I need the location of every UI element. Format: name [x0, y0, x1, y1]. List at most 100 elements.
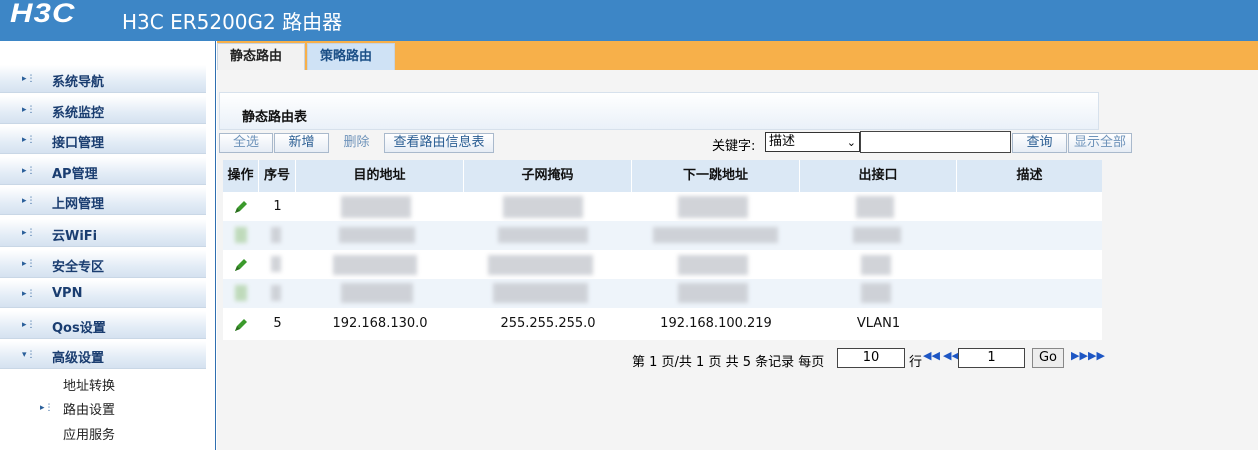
last-page-icon[interactable]: ▶▶ — [1088, 349, 1105, 362]
sidebar-item-label: Qos设置 — [52, 321, 106, 336]
top-header: H3C H3C ER5200G2 路由器 — [0, 0, 1258, 41]
redacted-index — [271, 256, 281, 272]
tab-static-route[interactable]: 静态路由 — [217, 43, 305, 70]
expand-icon: ▸⋮ — [22, 105, 36, 115]
cell-nexthop: 192.168.100.219 — [660, 316, 772, 331]
sidebar-item-qos[interactable]: ▸⋮ Qos设置 — [0, 311, 206, 339]
table-row: 5 192.168.130.0 255.255.255.0 192.168.10… — [223, 308, 1102, 340]
col-mask: 子网掩码 — [464, 160, 632, 192]
redacted-dest — [341, 283, 413, 303]
sidebar-item-interface[interactable]: ▸⋮ 接口管理 — [0, 126, 206, 154]
sidebar-item-vpn[interactable]: ▸⋮ VPN — [0, 280, 206, 308]
tab-policy-route[interactable]: 策略路由 — [307, 43, 395, 70]
panel-title: 静态路由表 — [242, 110, 308, 125]
redacted-nexthop — [678, 255, 748, 275]
col-action: 操作 — [223, 160, 259, 192]
sidebar-item-label: 系统导航 — [52, 75, 105, 90]
keyword-select[interactable]: 描述 ⌄ — [765, 132, 860, 152]
view-route-table-button[interactable]: 查看路由信息表 — [384, 133, 494, 153]
app-title: H3C ER5200G2 路由器 — [122, 10, 343, 34]
redacted-dest — [341, 196, 411, 218]
redacted-edit — [235, 285, 247, 301]
redacted-iface — [861, 283, 891, 303]
table-row — [223, 250, 1102, 279]
table-row: 1 — [223, 192, 1102, 221]
pager-row-label: 行 — [909, 355, 923, 370]
expand-icon: ▸⋮ — [22, 166, 36, 176]
keyword-input[interactable] — [860, 131, 1011, 153]
sidebar-item-system-nav[interactable]: ▸⋮ 系统导航 — [0, 65, 206, 93]
per-page-input[interactable]: 10 — [837, 348, 905, 368]
sidebar-subitem-routing[interactable]: 路由设置 — [63, 399, 115, 418]
delete-button[interactable]: 删除 — [330, 133, 383, 153]
redacted-nexthop — [678, 196, 748, 218]
sidebar-item-internet[interactable]: ▸⋮ 上网管理 — [0, 187, 206, 215]
sidebar-item-label: 高级设置 — [52, 351, 105, 366]
cell-iface: VLAN1 — [856, 316, 901, 331]
select-all-button[interactable]: 全选 — [219, 133, 273, 153]
redacted-nexthop — [653, 227, 778, 243]
show-all-button[interactable]: 显示全部 — [1068, 133, 1132, 153]
sidebar-item-label: 系统监控 — [52, 106, 105, 121]
next-page-icon[interactable]: ▶▶ — [1071, 349, 1088, 362]
go-button[interactable]: Go — [1032, 348, 1064, 368]
current-arrow-icon: ▸⋮ — [40, 403, 54, 413]
edit-icon[interactable] — [233, 317, 249, 333]
first-page-icon[interactable]: ◀◀ — [923, 349, 940, 362]
sidebar-item-label: AP管理 — [52, 167, 98, 182]
sidebar-item-security[interactable]: ▸⋮ 安全专区 — [0, 250, 206, 278]
sidebar-item-system-monitor[interactable]: ▸⋮ 系统监控 — [0, 96, 206, 124]
expand-icon: ▸⋮ — [22, 289, 36, 299]
cell-dest: 192.168.130.0 — [332, 316, 428, 331]
expand-icon: ▸⋮ — [22, 228, 36, 238]
sidebar-item-advanced[interactable]: ▾⋮ 高级设置 — [0, 341, 206, 369]
redacted-mask — [503, 196, 583, 218]
sidebar-item-ap[interactable]: ▸⋮ AP管理 — [0, 157, 206, 185]
expand-icon: ▸⋮ — [22, 259, 36, 269]
collapse-icon: ▾⋮ — [22, 350, 36, 360]
redacted-iface — [856, 196, 894, 218]
pager-summary: 第 1 页/共 1 页 共 5 条记录 每页 — [632, 355, 825, 370]
redacted-mask — [488, 255, 593, 275]
chevron-down-icon: ⌄ — [846, 136, 856, 149]
redacted-iface — [861, 255, 891, 275]
keyword-label: 关键字: — [712, 139, 756, 154]
col-dest: 目的地址 — [296, 160, 464, 192]
tab-strip: 静态路由 策略路由 — [217, 41, 1258, 70]
edit-icon[interactable] — [233, 257, 249, 273]
redacted-iface — [853, 227, 901, 243]
redacted-mask — [498, 227, 588, 243]
sidebar-item-cloud-wifi[interactable]: ▸⋮ 云WiFi — [0, 219, 206, 247]
page-number-input[interactable]: 1 — [958, 348, 1025, 368]
table-row — [223, 279, 1102, 308]
col-iface: 出接口 — [800, 160, 957, 192]
cell-index: 5 — [273, 316, 282, 331]
sidebar-subitem-nat[interactable]: 地址转换 — [63, 375, 115, 394]
sidebar: ▸⋮ 系统导航 ▸⋮ 系统监控 ▸⋮ 接口管理 ▸⋮ AP管理 ▸⋮ 上网管理 … — [0, 41, 216, 450]
sidebar-item-label: 接口管理 — [52, 136, 105, 151]
expand-icon: ▸⋮ — [22, 135, 36, 145]
expand-icon: ▸⋮ — [22, 74, 36, 84]
search-button[interactable]: 查询 — [1012, 133, 1067, 153]
sidebar-item-label: VPN — [52, 286, 83, 301]
table-row — [223, 221, 1102, 250]
sidebar-item-label: 云WiFi — [52, 229, 98, 244]
redacted-edit — [235, 227, 247, 243]
sidebar-item-label: 上网管理 — [52, 197, 105, 212]
redacted-dest — [339, 227, 415, 243]
keyword-select-value: 描述 — [769, 134, 796, 149]
col-desc: 描述 — [1016, 168, 1043, 183]
sidebar-item-label: 安全专区 — [52, 260, 105, 275]
add-button[interactable]: 新增 — [274, 133, 329, 153]
expand-icon: ▸⋮ — [22, 320, 36, 330]
table-header: 操作 序号 目的地址 子网掩码 下一跳地址 出接口 描述 — [223, 160, 1102, 192]
redacted-index — [271, 227, 281, 243]
col-index: 序号 — [259, 160, 296, 192]
sidebar-subitem-app-service[interactable]: 应用服务 — [63, 424, 115, 443]
cell-index: 1 — [273, 199, 282, 214]
expand-icon: ▸⋮ — [22, 196, 36, 206]
edit-icon[interactable] — [233, 199, 249, 215]
panel-header: 静态路由表 — [219, 92, 1099, 130]
cell-mask: 255.255.255.0 — [500, 316, 596, 331]
redacted-index — [271, 285, 281, 301]
